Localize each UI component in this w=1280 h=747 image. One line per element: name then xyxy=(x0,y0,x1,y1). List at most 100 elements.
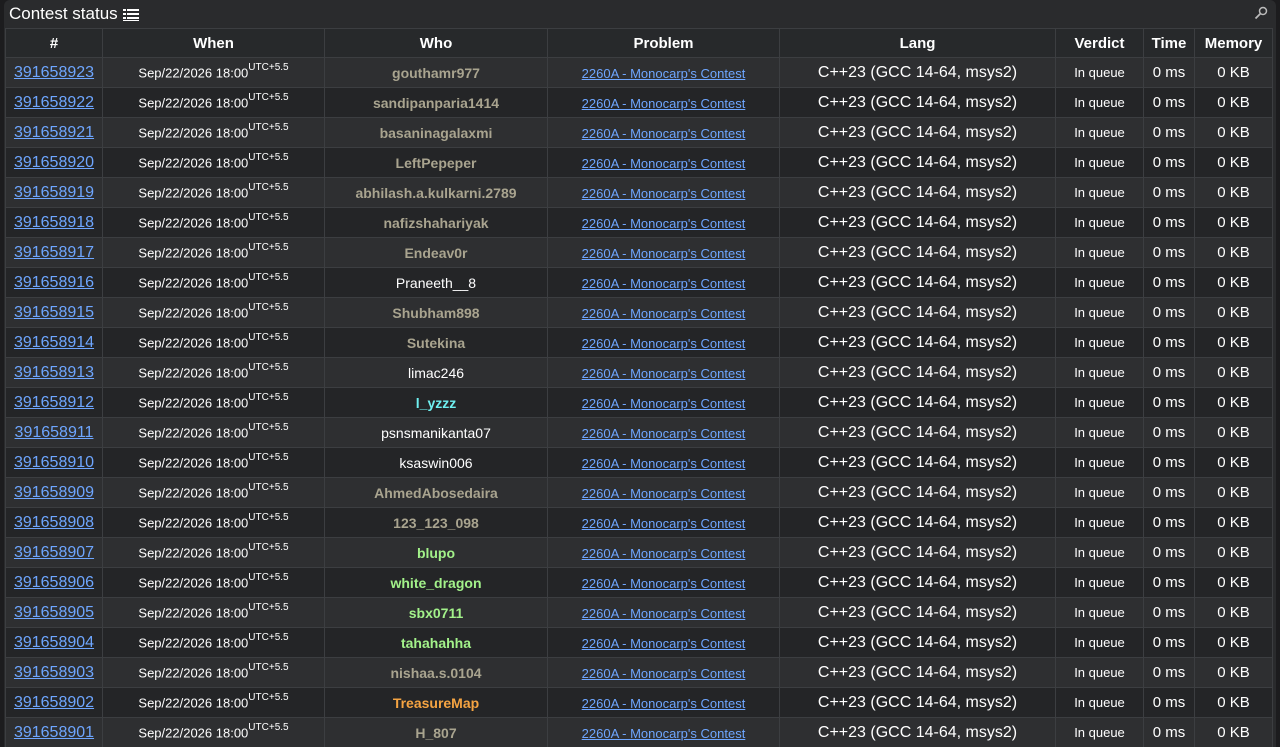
problem-link[interactable]: 2260A - Monocarp's Contest xyxy=(582,66,746,81)
user-handle[interactable]: H_807 xyxy=(415,725,456,741)
submission-link[interactable]: 391658921 xyxy=(14,124,94,141)
time-cell: 0 ms xyxy=(1143,537,1195,568)
memory-cell: 0 KB xyxy=(1194,507,1273,538)
user-handle[interactable]: nafizshahariyak xyxy=(383,215,488,231)
user-handle[interactable]: ksaswin006 xyxy=(399,455,472,471)
user-handle[interactable]: sbx0711 xyxy=(409,605,464,621)
submission-link[interactable]: 391658907 xyxy=(14,544,94,561)
verdict-text: In queue xyxy=(1074,545,1125,560)
user-handle[interactable]: Sutekina xyxy=(407,335,465,351)
time-cell: 0 ms xyxy=(1143,417,1195,448)
user-handle[interactable]: basaninagalaxmi xyxy=(380,125,493,141)
user-handle[interactable]: sandipanparia1414 xyxy=(373,95,499,111)
submission-link[interactable]: 391658913 xyxy=(14,364,94,381)
problem-link[interactable]: 2260A - Monocarp's Contest xyxy=(582,186,746,201)
submission-link[interactable]: 391658911 xyxy=(15,424,94,441)
submission-id-cell: 391658907 xyxy=(5,537,103,568)
problem-link[interactable]: 2260A - Monocarp's Contest xyxy=(582,126,746,141)
user-handle[interactable]: abhilash.a.kulkarni.2789 xyxy=(355,185,516,201)
user-handle[interactable]: Praneeth__8 xyxy=(396,275,476,291)
when-text: Sep/22/2026 18:00 xyxy=(138,305,249,321)
submission-link[interactable]: 391658923 xyxy=(14,64,94,81)
when-text: Sep/22/2026 18:00 xyxy=(138,665,249,681)
problem-link[interactable]: 2260A - Monocarp's Contest xyxy=(582,366,746,381)
submission-link[interactable]: 391658918 xyxy=(14,214,94,231)
submission-link[interactable]: 391658909 xyxy=(14,484,94,501)
problem-link[interactable]: 2260A - Monocarp's Contest xyxy=(582,456,746,471)
submission-link[interactable]: 391658910 xyxy=(14,454,94,471)
table-row: 391658903 Sep/22/2026 18:00UTC+5.5 nishaa.… xyxy=(5,657,1273,688)
submission-link[interactable]: 391658903 xyxy=(14,664,94,681)
user-handle[interactable]: Endeav0r xyxy=(404,245,467,261)
submission-link[interactable]: 391658902 xyxy=(14,694,94,711)
user-handle[interactable]: LeftPepeper xyxy=(396,155,477,171)
time-text: 0 ms xyxy=(1152,364,1186,381)
user-handle[interactable]: TreasureMap xyxy=(393,695,479,711)
user-handle[interactable]: tahahahha xyxy=(401,635,471,651)
user-handle[interactable]: l_yzzz xyxy=(416,395,456,411)
contest-status-panel: Contest status # When Who Problem Lang V… xyxy=(4,0,1276,747)
user-handle[interactable]: AhmedAbosedaira xyxy=(374,485,498,501)
user-handle[interactable]: white_dragon xyxy=(390,575,481,591)
user-handle[interactable]: 123_123_098 xyxy=(393,515,479,531)
problem-link[interactable]: 2260A - Monocarp's Contest xyxy=(582,306,746,321)
user-handle[interactable]: psnsmanikanta07 xyxy=(381,425,491,441)
submission-link[interactable]: 391658905 xyxy=(14,604,94,621)
submission-link[interactable]: 391658908 xyxy=(14,514,94,531)
when-cell: Sep/22/2026 18:00UTC+5.5 xyxy=(102,117,325,148)
submission-link[interactable]: 391658917 xyxy=(14,244,94,261)
problem-link[interactable]: 2260A - Monocarp's Contest xyxy=(582,576,746,591)
submission-link[interactable]: 391658920 xyxy=(14,154,94,171)
problem-link[interactable]: 2260A - Monocarp's Contest xyxy=(582,726,746,741)
panel-title: Contest status xyxy=(9,4,118,23)
user-handle[interactable]: Shubham898 xyxy=(392,305,479,321)
list-icon[interactable] xyxy=(122,8,139,22)
time-cell: 0 ms xyxy=(1143,237,1195,268)
problem-link[interactable]: 2260A - Monocarp's Contest xyxy=(582,666,746,681)
memory-cell: 0 KB xyxy=(1194,207,1273,238)
problem-link[interactable]: 2260A - Monocarp's Contest xyxy=(582,276,746,291)
time-text: 0 ms xyxy=(1152,394,1186,411)
time-cell: 0 ms xyxy=(1143,267,1195,298)
when-cell: Sep/22/2026 18:00UTC+5.5 xyxy=(102,507,325,538)
problem-link[interactable]: 2260A - Monocarp's Contest xyxy=(582,246,746,261)
problem-link[interactable]: 2260A - Monocarp's Contest xyxy=(582,426,746,441)
problem-link[interactable]: 2260A - Monocarp's Contest xyxy=(582,486,746,501)
submission-link[interactable]: 391658904 xyxy=(14,634,94,651)
submission-link[interactable]: 391658915 xyxy=(14,304,94,321)
problem-link[interactable]: 2260A - Monocarp's Contest xyxy=(582,696,746,711)
user-handle[interactable]: limac246 xyxy=(408,365,464,381)
lang-text: C++23 (GCC 14-64, msys2) xyxy=(817,513,1018,531)
when-cell: Sep/22/2026 18:00UTC+5.5 xyxy=(102,447,325,478)
submission-link[interactable]: 391658919 xyxy=(14,184,94,201)
submission-id-cell: 391658916 xyxy=(5,267,103,298)
problem-link[interactable]: 2260A - Monocarp's Contest xyxy=(582,336,746,351)
time-text: 0 ms xyxy=(1152,244,1186,261)
problem-link[interactable]: 2260A - Monocarp's Contest xyxy=(582,96,746,111)
time-text: 0 ms xyxy=(1152,724,1186,741)
submission-link[interactable]: 391658914 xyxy=(14,334,94,351)
submission-link[interactable]: 391658901 xyxy=(14,724,94,741)
table-row: 391658904 Sep/22/2026 18:00UTC+5.5 tahahah… xyxy=(5,627,1273,658)
submission-id-cell: 391658906 xyxy=(5,567,103,598)
problem-link[interactable]: 2260A - Monocarp's Contest xyxy=(582,636,746,651)
submission-link[interactable]: 391658912 xyxy=(14,394,94,411)
memory-text: 0 KB xyxy=(1217,514,1250,531)
user-handle[interactable]: blupo xyxy=(417,545,455,561)
user-handle[interactable]: nishaa.s.0104 xyxy=(390,665,481,681)
submission-link[interactable]: 391658916 xyxy=(14,274,94,291)
problem-link[interactable]: 2260A - Monocarp's Contest xyxy=(582,156,746,171)
problem-link[interactable]: 2260A - Monocarp's Contest xyxy=(582,216,746,231)
when-text: Sep/22/2026 18:00 xyxy=(138,425,249,441)
submission-link[interactable]: 391658906 xyxy=(14,574,94,591)
pin-icon[interactable] xyxy=(1254,6,1268,20)
memory-text: 0 KB xyxy=(1217,304,1250,321)
submission-link[interactable]: 391658922 xyxy=(14,94,94,111)
problem-link[interactable]: 2260A - Monocarp's Contest xyxy=(582,606,746,621)
memory-cell: 0 KB xyxy=(1194,267,1273,298)
problem-link[interactable]: 2260A - Monocarp's Contest xyxy=(582,396,746,411)
problem-link[interactable]: 2260A - Monocarp's Contest xyxy=(582,546,746,561)
problem-link[interactable]: 2260A - Monocarp's Contest xyxy=(582,516,746,531)
user-handle[interactable]: gouthamr977 xyxy=(392,65,480,81)
timezone-label: UTC+5.5 xyxy=(248,362,289,374)
